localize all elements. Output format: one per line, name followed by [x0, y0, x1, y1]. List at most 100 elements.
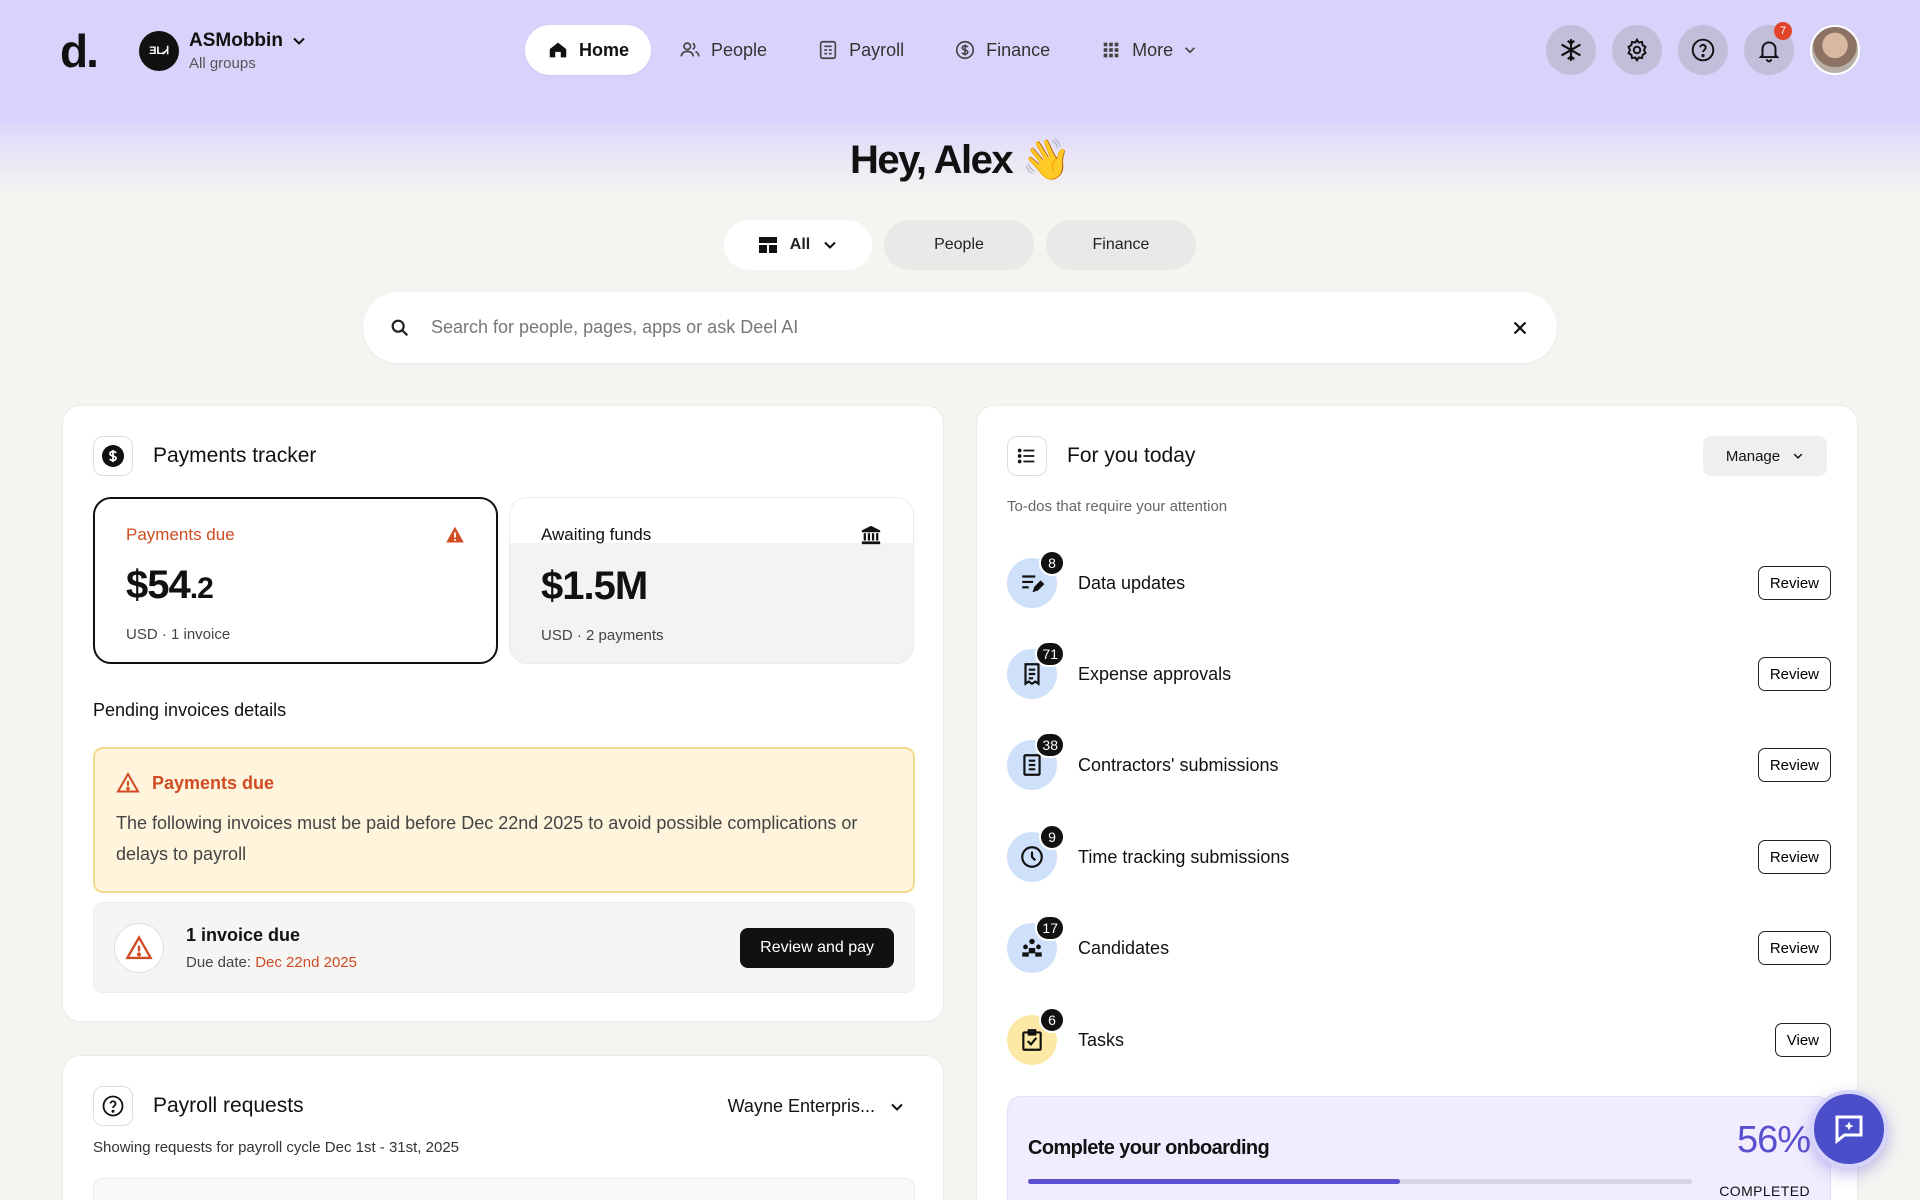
people-icon — [680, 42, 700, 57]
payments-due-sub: USD · 1 invoice — [126, 626, 231, 643]
entity-selector[interactable]: Wayne Enterpris... — [728, 1096, 905, 1117]
gear-icon — [1627, 37, 1647, 63]
onboarding-progress-track — [1028, 1179, 1692, 1184]
payments-due-box[interactable]: Payments due $54.2 USD · 1 invoice — [93, 497, 498, 664]
nav-finance-label: Finance — [986, 39, 1051, 60]
warning-text: The following invoices must be paid befo… — [116, 813, 858, 864]
notifications-button[interactable]: 7 — [1744, 22, 1794, 75]
close-icon[interactable] — [1509, 317, 1531, 339]
todo-label: Tasks — [1078, 1029, 1125, 1050]
settings-button[interactable] — [1612, 25, 1662, 75]
payroll-requests-header: Payroll requests — [93, 1086, 304, 1126]
org-avatar: ƎLᏗ — [139, 31, 179, 71]
todo-tasks[interactable]: 6 Tasks View — [1007, 1007, 1831, 1068]
view-button[interactable]: View — [1774, 1023, 1831, 1057]
greeting: Hey, Alex 👋 — [849, 138, 1072, 182]
payments-due-label-row: Payments due — [126, 525, 465, 545]
chevron-down-icon — [1185, 47, 1196, 54]
invoice-info: 1 invoice due Due date: Dec 22nd 2025 — [186, 925, 740, 971]
invoice-due: Due date: Dec 22nd 2025 — [186, 954, 740, 971]
todo-time-tracking[interactable]: 9 Time tracking submissions Review — [1007, 824, 1831, 885]
filter-finance[interactable]: Finance — [1046, 220, 1196, 270]
invoice-title: 1 invoice due — [186, 924, 301, 945]
manage-button[interactable]: Manage — [1703, 436, 1827, 476]
onboarding-card[interactable]: Complete your onboarding 56% COMPLETED — [1007, 1096, 1831, 1200]
review-button[interactable]: Review — [1757, 566, 1831, 600]
nav-people-label: People — [711, 39, 768, 60]
payroll-request-item[interactable] — [93, 1178, 915, 1200]
checkbox-icon: 6 — [1007, 1007, 1065, 1065]
nav-more[interactable]: More — [1078, 25, 1219, 75]
notification-badge: 7 — [1774, 22, 1792, 40]
nav-finance[interactable]: Finance — [932, 25, 1072, 75]
review-button[interactable]: Review — [1757, 657, 1831, 691]
edit-list-icon: 8 — [1007, 550, 1065, 608]
for-you-today-title: For you today — [1067, 444, 1196, 467]
awaiting-funds-amount: $1.5M — [541, 564, 648, 608]
receipt-icon: 71 — [1007, 641, 1065, 699]
invoice-due-label: Due date: — [186, 953, 256, 971]
ai-chat-button[interactable] — [1810, 1090, 1888, 1168]
payroll-icon — [819, 40, 837, 60]
onboarding-title: Complete your onboarding — [1028, 1137, 1270, 1159]
payments-tracker-header: Payments tracker — [93, 436, 316, 476]
clock-icon: 9 — [1007, 824, 1065, 882]
review-button[interactable]: Review — [1757, 748, 1831, 782]
todo-data-updates[interactable]: 8 Data updates Review — [1007, 550, 1831, 611]
awaiting-funds-label-row: Awaiting funds — [541, 524, 882, 546]
nav-payroll[interactable]: Payroll — [795, 25, 926, 75]
warning-icon — [446, 526, 464, 543]
todo-label: Data updates — [1078, 572, 1186, 593]
review-button[interactable]: Review — [1757, 840, 1831, 874]
filter-all[interactable]: All — [724, 220, 872, 270]
onboarding-percent: 56% — [1736, 1119, 1811, 1161]
awaiting-funds-label: Awaiting funds — [541, 525, 652, 544]
user-avatar[interactable] — [1810, 25, 1860, 75]
awaiting-funds-box[interactable]: Awaiting funds $1.5M USD · 2 payments — [509, 497, 914, 664]
filter-people[interactable]: People — [884, 220, 1034, 270]
todo-count-badge: 71 — [1035, 641, 1065, 667]
sparkle-chat-icon — [1835, 1115, 1863, 1145]
payments-due-amount: $54.2 — [126, 563, 465, 608]
org-switcher[interactable]: ƎLᏗ ASMobbin All groups — [139, 30, 307, 72]
dollar-icon — [956, 40, 975, 60]
chevron-down-icon — [293, 37, 305, 45]
org-name-label: ASMobbin — [189, 30, 283, 51]
review-button[interactable]: Review — [1757, 931, 1831, 965]
todo-label: Contractors' submissions — [1078, 754, 1279, 775]
todo-label: Candidates — [1078, 937, 1170, 958]
todo-label: Expense approvals — [1078, 663, 1232, 684]
nav-people[interactable]: People — [657, 25, 789, 75]
layout-icon — [758, 237, 777, 253]
todo-contractors-submissions[interactable]: 38 Contractors' submissions Review — [1007, 732, 1831, 793]
todo-candidates[interactable]: 17 Candidates Review — [1007, 915, 1831, 976]
todo-count-badge: 38 — [1035, 732, 1065, 758]
grid-icon — [1103, 42, 1119, 58]
todo-label: Time tracking submissions — [1078, 846, 1290, 867]
chevron-down-icon — [1793, 453, 1803, 459]
nav-payroll-label: Payroll — [849, 39, 905, 60]
search-input[interactable] — [431, 317, 1509, 338]
header-actions: 7 — [1546, 22, 1860, 75]
for-you-today-header: For you today — [1007, 436, 1195, 476]
todo-expense-approvals[interactable]: 71 Expense approvals Review — [1007, 641, 1831, 702]
deel-logo[interactable]: d. — [60, 24, 99, 78]
nav-home[interactable]: Home — [525, 25, 652, 75]
onboarding-status: COMPLETED — [1719, 1183, 1810, 1199]
chevron-down-icon — [824, 241, 836, 249]
payroll-requests-sub: Showing requests for payroll cycle Dec 1… — [93, 1139, 460, 1156]
review-and-pay-button[interactable]: Review and pay — [740, 927, 894, 968]
for-you-today-card: For you today Manage To-dos that require… — [976, 405, 1858, 1200]
pending-invoices-title: Pending invoices details — [93, 700, 287, 720]
help-icon — [1691, 38, 1715, 62]
payments-due-amount-main: $54 — [126, 563, 191, 607]
group-icon: 17 — [1007, 915, 1065, 973]
help-circle-icon — [93, 1086, 133, 1126]
bell-icon — [1758, 41, 1780, 63]
awaiting-funds-sub: USD · 2 payments — [541, 627, 664, 644]
main-nav: Home People Payroll Finance More — [525, 25, 1219, 75]
snowflake-icon — [1561, 39, 1581, 61]
payments-due-warning: Payments due The following invoices must… — [93, 747, 915, 893]
help-button[interactable] — [1678, 25, 1728, 75]
snowflake-button[interactable] — [1546, 25, 1596, 75]
